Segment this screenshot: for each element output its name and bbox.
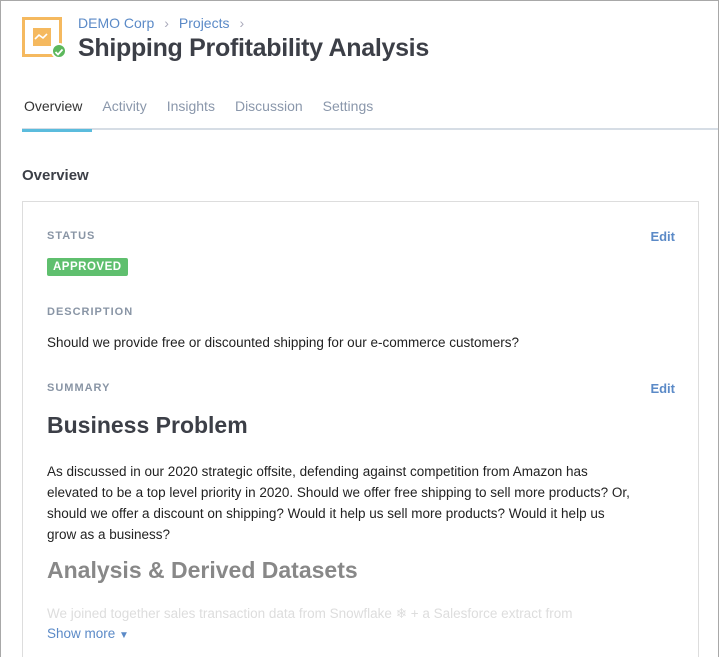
- show-more-button[interactable]: Show more ▼: [47, 624, 687, 641]
- summary-heading-business-problem: Business Problem: [47, 412, 248, 438]
- summary-paragraph: As discussed in our 2020 strategic offsi…: [47, 464, 630, 542]
- chevron-down-icon: ▼: [119, 630, 129, 641]
- tab-discussion[interactable]: Discussion: [225, 97, 313, 130]
- status-badge: APPROVED: [47, 258, 128, 276]
- overview-card: STATUS Edit APPROVED DESCRIPTION Should …: [22, 201, 699, 657]
- description-label: DESCRIPTION: [47, 306, 134, 318]
- tab-settings[interactable]: Settings: [313, 97, 384, 130]
- approved-check-icon: [51, 43, 67, 59]
- edit-summary-button[interactable]: Edit: [650, 381, 675, 396]
- summary-label: SUMMARY: [47, 382, 111, 394]
- tab-insights[interactable]: Insights: [157, 97, 225, 130]
- section-title: Overview: [22, 167, 89, 184]
- tab-bar: Overview Activity Insights Discussion Se…: [22, 97, 718, 132]
- breadcrumb: DEMO Corp › Projects ›: [78, 15, 244, 31]
- summary-heading-analysis: Analysis & Derived Datasets: [47, 557, 358, 583]
- page-title: Shipping Profitability Analysis: [78, 34, 429, 62]
- status-label: STATUS: [47, 230, 96, 242]
- edit-status-button[interactable]: Edit: [650, 229, 675, 244]
- breadcrumb-projects[interactable]: Projects: [179, 15, 230, 31]
- chevron-right-icon: ›: [164, 15, 169, 31]
- tab-overview[interactable]: Overview: [22, 97, 93, 132]
- description-text: Should we provide free or discounted shi…: [47, 335, 519, 350]
- breadcrumb-demo-corp[interactable]: DEMO Corp: [78, 15, 154, 31]
- summary-faded-text: We joined together sales transaction dat…: [47, 606, 573, 621]
- show-more-label: Show more: [47, 626, 116, 641]
- tab-activity[interactable]: Activity: [92, 97, 156, 130]
- chevron-right-icon: ›: [239, 15, 245, 31]
